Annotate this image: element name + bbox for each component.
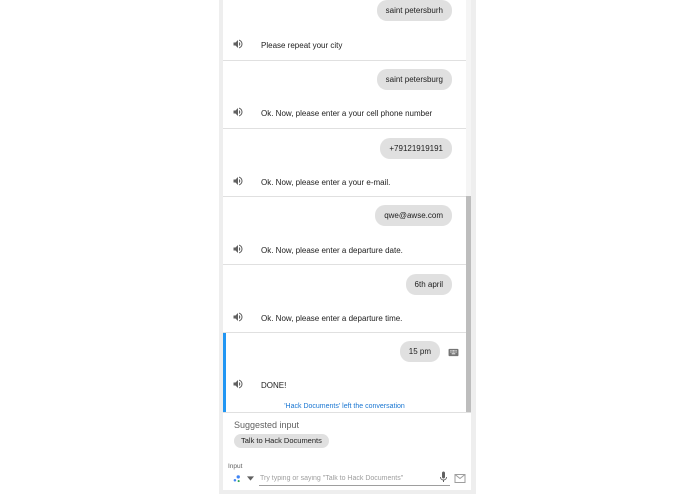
speaker-icon[interactable] bbox=[232, 378, 244, 390]
conversation-turn: saint petersburg Ok. Now, please enter a… bbox=[223, 61, 466, 129]
microphone-icon[interactable] bbox=[439, 471, 448, 483]
conversation-scrollbar[interactable] bbox=[466, 0, 471, 412]
suggestions-area: Suggested input Talk to Hack Documents I… bbox=[223, 412, 471, 490]
user-message-bubble[interactable]: saint petersburh bbox=[376, 0, 452, 21]
user-message-bubble[interactable]: 6th april bbox=[405, 274, 452, 295]
conversation-turn: +79121919191 Ok. Now, please enter a you… bbox=[223, 129, 466, 197]
voice-mode-icon[interactable] bbox=[232, 474, 242, 484]
scrollbar-thumb[interactable] bbox=[466, 196, 471, 412]
conversation-log: saint petersburh Please repeat your city… bbox=[223, 0, 466, 412]
speaker-icon[interactable] bbox=[232, 175, 244, 187]
user-message-bubble[interactable]: 15 pm bbox=[399, 341, 440, 362]
conversation-turn: 6th april Ok. Now, please enter a depart… bbox=[223, 265, 466, 333]
agent-reply: Ok. Now, please enter a your e-mail. bbox=[261, 178, 391, 187]
speaker-icon[interactable] bbox=[232, 311, 244, 323]
conversation-turn: qwe@awse.com Ok. Now, please enter a dep… bbox=[223, 197, 466, 265]
input-label: Input bbox=[228, 463, 243, 470]
send-icon[interactable] bbox=[454, 473, 466, 484]
speaker-icon[interactable] bbox=[232, 106, 244, 118]
simulator: saint petersburh Please repeat your city… bbox=[223, 0, 471, 490]
suggestion-chip[interactable]: Talk to Hack Documents bbox=[234, 434, 329, 448]
agent-reply: Ok. Now, please enter a departure date. bbox=[261, 246, 403, 255]
input-row bbox=[228, 471, 468, 487]
user-message-bubble[interactable]: qwe@awse.com bbox=[375, 205, 452, 226]
agent-reply: Ok. Now, please enter a your cell phone … bbox=[261, 109, 433, 118]
user-message-bubble[interactable]: saint petersburg bbox=[376, 69, 452, 90]
agent-reply: Please repeat your city bbox=[261, 41, 343, 50]
agent-reply: DONE! bbox=[261, 381, 287, 390]
chevron-down-icon[interactable] bbox=[247, 476, 254, 481]
suggested-input-title: Suggested input bbox=[234, 420, 300, 430]
conversation-turn: saint petersburh Please repeat your city bbox=[223, 0, 466, 61]
conversation-ended-note: 'Hack Documents' left the conversation bbox=[284, 403, 405, 410]
user-message-bubble[interactable]: +79121919191 bbox=[380, 138, 452, 159]
speaker-icon[interactable] bbox=[232, 243, 244, 255]
speaker-icon[interactable] bbox=[232, 38, 244, 50]
agent-reply: Ok. Now, please enter a departure time. bbox=[261, 314, 403, 323]
keyboard-icon bbox=[448, 348, 459, 357]
conversation-turn-active: 15 pm DONE! bbox=[223, 333, 466, 412]
query-input[interactable] bbox=[259, 471, 450, 486]
